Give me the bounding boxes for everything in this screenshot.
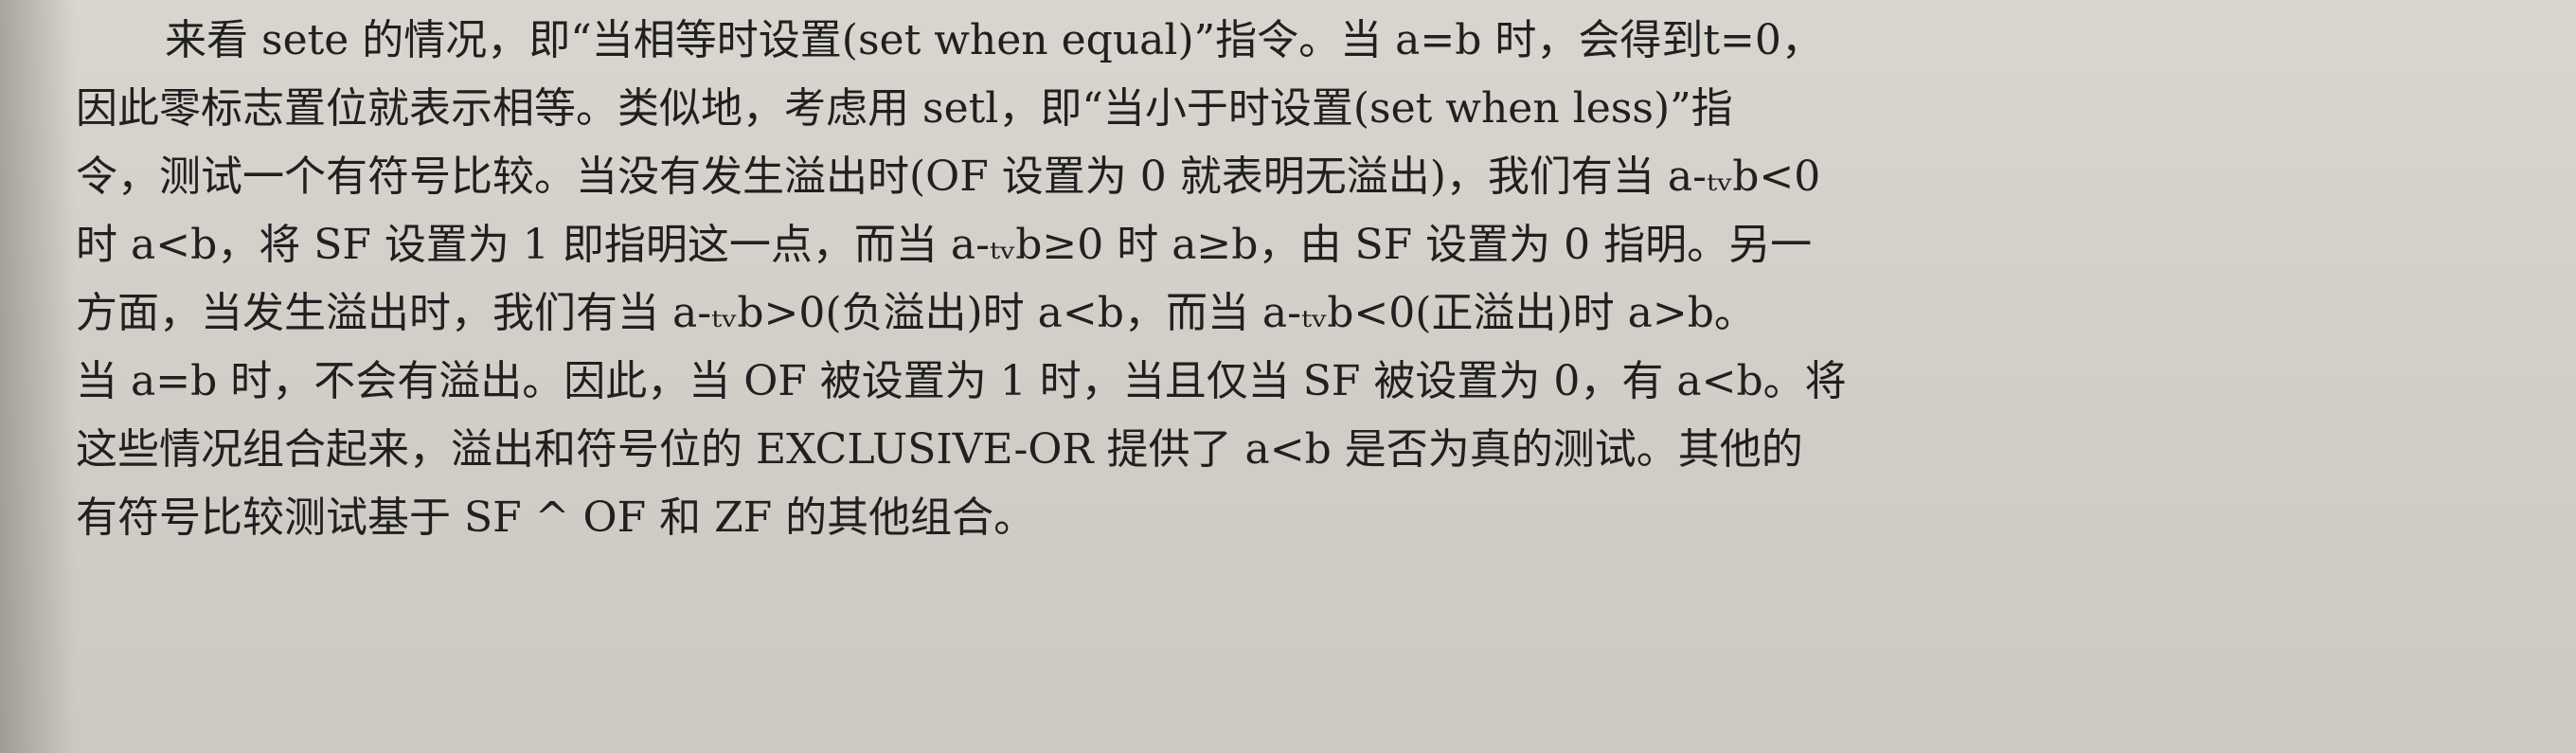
paragraph-line-2: 因此零标志置位就表示相等。类似地，考虑用 setl，即“当小于时设置(set w… [76,84,1733,133]
paragraph-line-8: 有符号比较测试基于 SF ^ OF 和 ZF 的其他组合。 [76,493,1036,542]
paragraph-line-3: 令，测试一个有符号比较。当没有发生溢出时(OF 设置为 0 就表明无溢出)，我们… [76,152,1821,201]
paragraph-line-5: 方面，当发生溢出时，我们有当 a-ₜᵥb>0(负溢出)时 a<b，而当 a-ₜᵥ… [76,289,1756,337]
paragraph-line-4: 时 a<b，将 SF 设置为 1 即指明这一点，而当 a-ₜᵥb≥0 时 a≥b… [76,221,1813,269]
paragraph-line-7: 这些情况组合起来，溢出和符号位的 EXCLUSIVE-OR 提供了 a<b 是否… [76,425,1803,474]
paragraph-line-1: 来看 sete 的情况，即“当相等时设置(set when equal)”指令。… [165,16,1823,64]
document-page: 来看 sete 的情况，即“当相等时设置(set when equal)”指令。… [0,0,2576,753]
paragraph-line-6: 当 a=b 时，不会有溢出。因此，当 OF 被设置为 1 时，当且仅当 SF 被… [76,357,1847,405]
